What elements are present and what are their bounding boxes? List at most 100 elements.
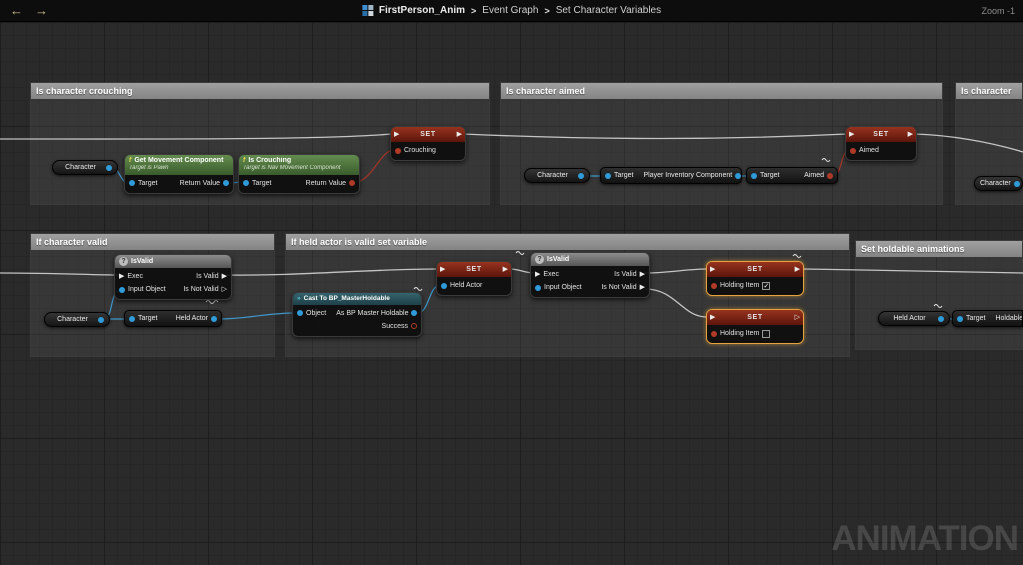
character-variable-node[interactable]: Character — [524, 168, 590, 183]
output-pin[interactable] — [106, 165, 112, 171]
is-crouching-node[interactable]: fIs Crouching Target is Nav Movement Com… — [238, 154, 360, 194]
target-pin[interactable] — [129, 180, 135, 186]
comment-header[interactable]: If character valid — [31, 234, 274, 250]
bool-checkbox-unchecked[interactable] — [762, 330, 770, 338]
set-holding-item-false-node[interactable]: ▶ SET ▷ Holding Item — [706, 309, 804, 344]
exec-out-pin[interactable]: ▶ — [908, 131, 913, 138]
isvalid-node[interactable]: ?IsValid ▶ Exec Is Valid ▶ Input Object … — [530, 252, 650, 298]
bool-pin[interactable] — [395, 148, 401, 154]
object-pin[interactable] — [441, 283, 447, 289]
exec-in-pin[interactable]: ▶ — [535, 271, 540, 278]
variable-label: Character — [530, 172, 575, 179]
get-holdable-node[interactable]: Target Holdable — [952, 310, 1023, 327]
comment-header[interactable]: Is character — [956, 83, 1022, 99]
set-aimed-node[interactable]: ▶ SET ▶ Aimed — [845, 126, 917, 161]
set-title: SET — [399, 131, 456, 138]
get-aimed-node[interactable]: Target Aimed — [746, 167, 838, 184]
object-pin[interactable] — [297, 310, 303, 316]
node-header: ▶ SET ▶ — [391, 127, 465, 142]
is-not-valid-exec-pin[interactable]: ▶ — [640, 284, 645, 291]
target-pin[interactable] — [605, 173, 611, 179]
isvalid-node[interactable]: ?IsValid ▶ Exec Is Valid ▶ Input Object … — [114, 254, 232, 300]
is-valid-exec-pin[interactable]: ▶ — [222, 273, 227, 280]
input-object-pin[interactable] — [119, 287, 125, 293]
exec-out-pin[interactable]: ▶ — [503, 266, 508, 273]
held-actor-variable-node[interactable]: Held Actor — [878, 311, 950, 326]
pin-label: Target — [614, 172, 633, 179]
set-title: SET — [445, 266, 502, 273]
set-crouching-node[interactable]: ▶ SET ▶ Crouching — [390, 126, 466, 161]
variable-label: Character — [980, 180, 1011, 187]
output-pin[interactable] — [578, 173, 584, 179]
get-player-inventory-component-node[interactable]: Target Player Inventory Component — [600, 167, 742, 184]
target-pin[interactable] — [751, 173, 757, 179]
cast-to-bp-masterholdable-node[interactable]: »Cast To BP_MasterHoldable Object As BP … — [292, 292, 422, 337]
set-title: SET — [715, 314, 794, 321]
breadcrumb-separator: > — [471, 6, 476, 16]
node-header: ▶ SET ▶ — [707, 262, 803, 277]
output-pin[interactable] — [827, 173, 833, 179]
back-icon[interactable]: ← — [10, 4, 23, 17]
as-cast-output-pin[interactable] — [411, 310, 417, 316]
pin-label: Target — [252, 180, 271, 187]
node-header: ?IsValid — [531, 253, 649, 266]
pin-label: Is Not Valid — [601, 284, 636, 291]
exec-out-pin[interactable]: ▶ — [795, 266, 800, 273]
bool-pin[interactable] — [711, 283, 717, 289]
character-variable-node[interactable]: Character — [44, 312, 110, 327]
node-subtitle: Target is Pawn — [129, 165, 229, 172]
target-pin[interactable] — [243, 180, 249, 186]
character-variable-node[interactable]: Character — [974, 176, 1023, 191]
breadcrumb-asset[interactable]: FirstPerson_Anim — [379, 5, 465, 16]
return-value-pin[interactable] — [223, 180, 229, 186]
pin-label: Is Valid — [196, 273, 218, 280]
node-header: »Cast To BP_MasterHoldable — [293, 293, 421, 305]
exec-out-pin[interactable]: ▷ — [795, 314, 800, 321]
forward-icon[interactable]: → — [35, 4, 48, 17]
output-pin[interactable] — [98, 317, 104, 323]
pin-label: Input Object — [128, 286, 166, 293]
variable-label: Holding Item — [720, 282, 759, 289]
is-valid-exec-pin[interactable]: ▶ — [640, 271, 645, 278]
node-header: ▶ SET ▶ — [846, 127, 916, 142]
input-object-pin[interactable] — [535, 285, 541, 291]
get-movement-component-node[interactable]: fGet Movement Component Target is Pawn T… — [124, 154, 234, 194]
pin-label: Target — [138, 315, 157, 322]
output-pin[interactable] — [938, 316, 944, 322]
output-pin[interactable] — [211, 316, 217, 322]
get-held-actor-node[interactable]: Target Held Actor — [124, 310, 222, 327]
set-holding-item-true-node[interactable]: ▶ SET ▶ Holding Item ✓ — [706, 261, 804, 296]
target-pin[interactable] — [129, 316, 135, 322]
set-held-actor-node[interactable]: ▶ SET ▶ Held Actor — [436, 261, 512, 296]
success-pin[interactable] — [411, 323, 417, 329]
output-pin[interactable] — [1014, 181, 1020, 187]
comment-header[interactable]: Set holdable animations — [856, 241, 1022, 257]
variable-label: Holding Item — [720, 330, 759, 337]
pin-label: Return Value — [180, 180, 220, 187]
comment-set-holdable-animations[interactable]: Set holdable animations — [855, 240, 1023, 350]
variable-label: Held Actor — [176, 315, 208, 322]
bool-checkbox-checked[interactable]: ✓ — [762, 282, 770, 290]
character-variable-node[interactable]: Character — [52, 160, 118, 175]
comment-header[interactable]: Is character crouching — [31, 83, 489, 99]
bool-pin[interactable] — [711, 331, 717, 337]
node-header: ▶ SET ▶ — [437, 262, 511, 277]
bool-pin[interactable] — [850, 148, 856, 154]
pin-label: As BP Master Holdable — [336, 310, 408, 317]
node-header: ▶ SET ▷ — [707, 310, 803, 325]
pin-label: Is Valid — [614, 271, 636, 278]
comment-header[interactable]: Is character aimed — [501, 83, 942, 99]
exec-out-pin[interactable]: ▶ — [457, 131, 462, 138]
exec-in-pin[interactable]: ▶ — [119, 273, 124, 280]
target-pin[interactable] — [957, 316, 963, 322]
output-pin[interactable] — [735, 173, 741, 179]
variable-label: Crouching — [404, 147, 436, 154]
pin-label: Return Value — [306, 180, 346, 187]
breadcrumb-node-path[interactable]: Set Character Variables — [556, 5, 661, 16]
return-value-pin[interactable] — [349, 180, 355, 186]
is-not-valid-exec-pin[interactable]: ▷ — [222, 286, 227, 293]
blueprint-editor: ← → FirstPerson_Anim > Event Graph > Set… — [0, 0, 1023, 565]
set-title: SET — [854, 131, 907, 138]
breadcrumb-event-graph[interactable]: Event Graph — [482, 5, 538, 16]
comment-header[interactable]: If held actor is valid set variable — [286, 234, 849, 250]
